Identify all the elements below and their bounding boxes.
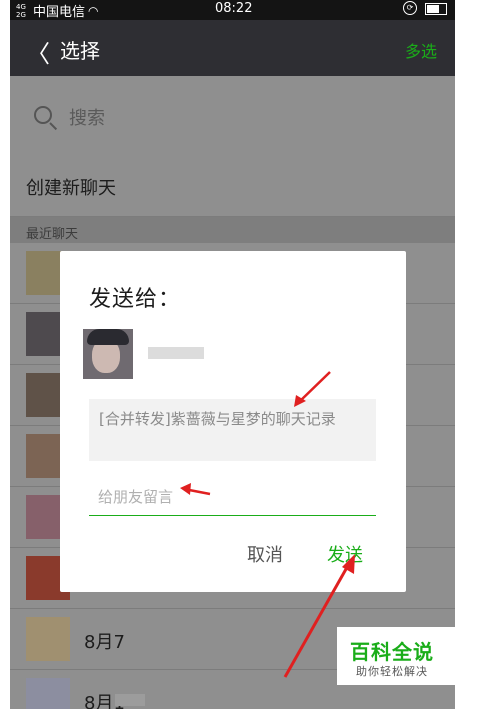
- watermark-title: 百科全说: [350, 640, 434, 664]
- watermark: 百科全说 助你轻松解决: [337, 627, 455, 685]
- watermark-subtitle: 助你轻松解决: [356, 665, 428, 678]
- arrow-to-message: [294, 371, 331, 407]
- arrow-to-input: [180, 483, 211, 496]
- annotation-arrows: [180, 371, 355, 678]
